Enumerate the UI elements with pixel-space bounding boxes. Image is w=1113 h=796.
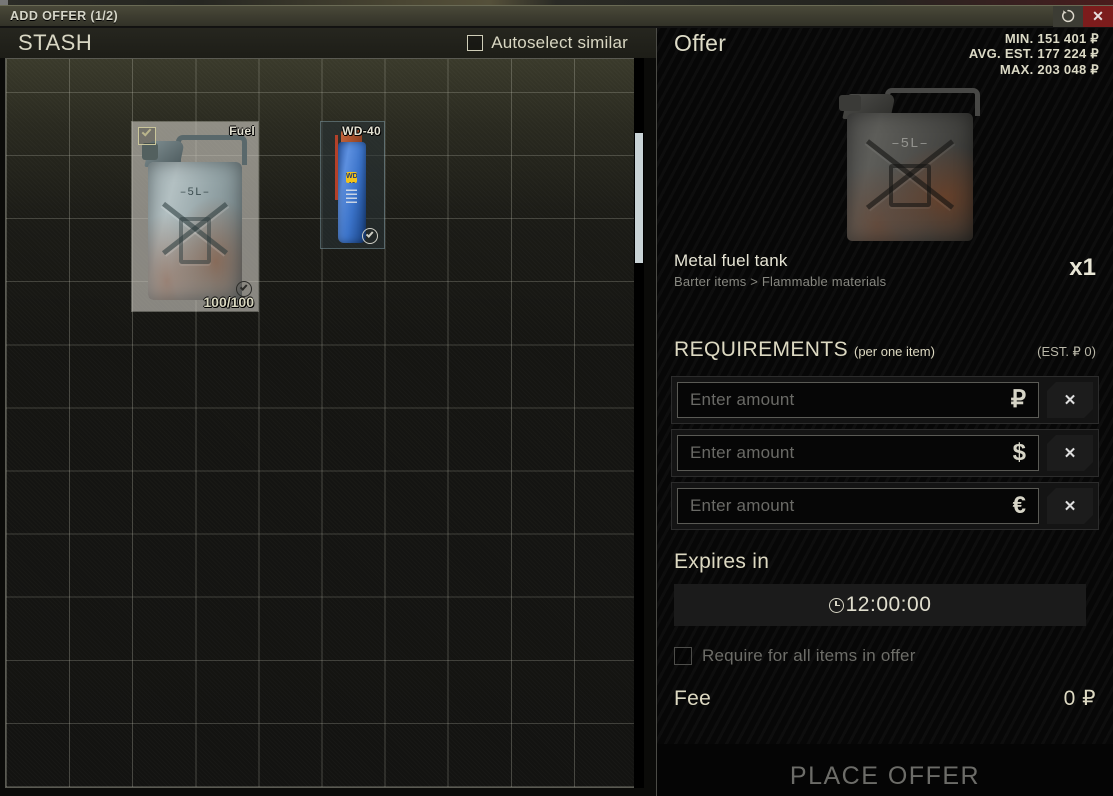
stash-scrollbar-thumb[interactable]: [635, 133, 643, 263]
stash-grid[interactable]: –5L– Fuel 100/100 WD WD-40: [5, 58, 636, 788]
requirements-title: REQUIREMENTS: [674, 338, 848, 361]
offer-item-preview: –5L–: [657, 76, 1113, 251]
rouble-currency-icon: ₽: [1010, 386, 1026, 413]
price-min: MIN. 151 401 ₽: [1004, 31, 1099, 46]
require-for-all-items-toggle[interactable]: Require for all items in offer: [674, 646, 916, 666]
requirements-rows: Enter amount ₽ ✕ Enter amount $ ✕ Enter …: [671, 376, 1099, 535]
window-title: ADD OFFER (1/2): [10, 9, 119, 23]
expires-in-selector[interactable]: 12:00:00: [674, 584, 1086, 626]
refresh-button[interactable]: [1053, 5, 1083, 27]
autoselect-checkbox[interactable]: [467, 35, 484, 51]
window-title-bar: ADD OFFER (1/2) ✕: [0, 5, 1113, 27]
offer-item-quantity: x1: [1069, 254, 1096, 281]
stash-title: STASH: [18, 30, 93, 55]
fee-row: Fee 0 ₽: [657, 686, 1113, 711]
offer-item-category: Barter items > Flammable materials: [674, 273, 887, 289]
amount-input-rouble-placeholder: Enter amount: [690, 390, 795, 409]
offer-item-name: Metal fuel tank: [674, 251, 788, 270]
stash-item-fuel[interactable]: –5L– Fuel 100/100: [131, 121, 259, 312]
stash-item-fuel-badge: [236, 281, 252, 297]
close-icon: ✕: [1063, 497, 1077, 515]
autoselect-similar-toggle[interactable]: Autoselect similar: [467, 33, 640, 53]
expires-in-value: 12:00:00: [845, 593, 932, 616]
requirement-row-dollar: Enter amount $ ✕: [671, 429, 1099, 477]
refresh-icon: [1062, 9, 1075, 23]
amount-input-dollar-placeholder: Enter amount: [690, 443, 795, 462]
amount-input-rouble[interactable]: Enter amount ₽: [677, 382, 1039, 418]
expires-in-label: Expires in: [674, 550, 770, 573]
clock-icon: [828, 597, 844, 613]
requirements-subtitle: (per one item): [853, 344, 935, 359]
remove-requirement-dollar-button[interactable]: ✕: [1047, 435, 1093, 471]
offer-panel: Offer MIN. 151 401 ₽ AVG. EST. 177 224 ₽…: [657, 28, 1113, 796]
close-icon: ✕: [1092, 8, 1104, 24]
dollar-currency-icon: $: [1012, 439, 1026, 466]
close-icon: ✕: [1063, 444, 1077, 462]
price-max: MAX. 203 048 ₽: [999, 61, 1099, 77]
stash-item-wd40-badge: [362, 228, 378, 244]
offer-title: Offer: [674, 30, 727, 56]
euro-currency-icon: €: [1012, 492, 1026, 519]
amount-input-euro[interactable]: Enter amount €: [677, 488, 1039, 524]
requirement-row-euro: Enter amount € ✕: [671, 482, 1099, 530]
require-for-all-items-label: Require for all items in offer: [702, 646, 916, 665]
remove-requirement-rouble-button[interactable]: ✕: [1047, 382, 1093, 418]
fee-label: Fee: [674, 687, 712, 710]
close-button[interactable]: ✕: [1083, 5, 1113, 27]
stash-item-wd40[interactable]: WD-40 WD-40: [320, 121, 385, 249]
close-icon: ✕: [1063, 391, 1077, 409]
autoselect-similar-label: Autoselect similar: [491, 33, 628, 52]
requirements-header: REQUIREMENTS (per one item) (EST. ₽ 0): [657, 338, 1113, 362]
offer-item-text: Metal fuel tank Barter items > Flammable…: [674, 250, 886, 289]
place-offer-label: PLACE OFFER: [789, 761, 981, 790]
amount-input-euro-placeholder: Enter amount: [690, 496, 795, 515]
fee-value: 0 ₽: [1063, 687, 1096, 710]
offer-header: Offer MIN. 151 401 ₽ AVG. EST. 177 224 ₽…: [657, 28, 1113, 76]
remove-requirement-euro-button[interactable]: ✕: [1047, 488, 1093, 524]
price-summary: MIN. 151 401 ₽ AVG. EST. 177 224 ₽ MAX. …: [969, 31, 1099, 77]
stash-item-fuel-checkbox[interactable]: [138, 126, 156, 145]
requirements-estimate: (EST. ₽ 0): [1037, 344, 1096, 359]
price-avg: AVG. EST. 177 224 ₽: [968, 46, 1099, 62]
stash-scrollbar-track[interactable]: [634, 58, 644, 788]
stash-panel: STASH Autoselect similar –5L– Fuel 100/1…: [0, 28, 657, 796]
jerrycan-preview-icon: –5L–: [825, 76, 995, 251]
place-offer-button[interactable]: PLACE OFFER: [657, 744, 1113, 796]
add-offer-window: ADD OFFER (1/2) ✕ STASH Autoselect simil…: [0, 0, 1113, 796]
stash-header: STASH Autoselect similar: [0, 28, 656, 58]
requirement-row-rouble: Enter amount ₽ ✕: [671, 376, 1099, 424]
require-for-all-items-checkbox[interactable]: [674, 647, 692, 665]
amount-input-dollar[interactable]: Enter amount $: [677, 435, 1039, 471]
offer-item-info: Metal fuel tank Barter items > Flammable…: [657, 250, 1113, 289]
window-body: STASH Autoselect similar –5L– Fuel 100/1…: [0, 28, 1113, 796]
